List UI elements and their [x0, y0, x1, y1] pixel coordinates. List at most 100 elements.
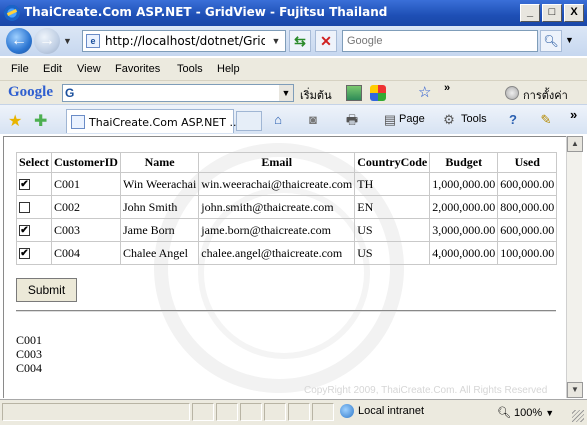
cell-used: 800,000.00 — [497, 195, 558, 219]
add-favorites-icon[interactable]: ✚ — [34, 111, 47, 131]
picture-icon[interactable] — [346, 85, 362, 101]
address-input[interactable]: http://localhost/dotnet/GridViewF — [105, 34, 265, 48]
globe-icon — [340, 404, 354, 418]
tools-menu[interactable]: Tools — [461, 113, 487, 125]
scroll-down-icon[interactable]: ▼ — [567, 382, 583, 398]
refresh-button[interactable]: ⇆ — [289, 30, 311, 52]
google-settings-button[interactable]: การตั้งค่า — [523, 86, 568, 104]
more-chevron-icon[interactable]: » — [444, 82, 450, 94]
row-select-cell: ✔ — [16, 218, 52, 242]
scroll-up-icon[interactable]: ▲ — [567, 136, 583, 152]
cell-budget: 4,000,000.00 — [429, 241, 499, 265]
google-apps-icon[interactable] — [370, 85, 386, 101]
cell-country-code: TH — [354, 172, 431, 196]
help-icon[interactable]: ? — [505, 112, 521, 128]
header-email: Email — [198, 152, 356, 173]
zoom-magnifier-icon: 🔍︎ — [497, 407, 511, 419]
google-search-input[interactable]: G ▼ — [62, 84, 294, 102]
tools-gear-icon: ⚙︎ — [443, 112, 455, 127]
google-logo: Google — [8, 84, 53, 101]
cell-country-code: US — [354, 241, 431, 265]
new-tab-button[interactable] — [236, 111, 262, 131]
header-country-code: CountryCode — [354, 152, 431, 173]
copyright-text: CopyRight 2009, ThaiCreate.Com. All Righ… — [304, 385, 548, 396]
history-dropdown-icon[interactable]: ▼ — [63, 36, 72, 46]
google-logo-text: Google — [8, 84, 53, 100]
more-commands-chevron-icon[interactable]: » — [570, 107, 577, 122]
status-cell — [240, 403, 262, 421]
header-select: Select — [16, 152, 52, 173]
tab-page-icon — [71, 115, 85, 129]
back-button[interactable]: ← — [6, 28, 32, 54]
google-toolbar: Google G ▼ เริ่มต้น ☆ » การตั้งค่า — [0, 80, 587, 104]
security-zone[interactable]: Local intranet — [340, 404, 424, 418]
cell-country-code: US — [354, 218, 431, 242]
cell-used: 600,000.00 — [497, 172, 558, 196]
stop-button[interactable]: ✕ — [315, 30, 337, 52]
vertical-scrollbar[interactable]: ▲ ▼ — [566, 136, 583, 398]
page-icon-cmd: ▤ — [383, 112, 397, 127]
status-text-cell — [2, 403, 190, 421]
select-checkbox[interactable]: ✔ — [19, 179, 30, 191]
grid-row: ✔ C003 Jame Born jame.born@thaicreate.com US… — [16, 218, 558, 242]
row-select-cell: ✔ — [16, 172, 52, 196]
home-icon[interactable]: ⌂ — [270, 112, 286, 128]
row-select-cell — [16, 195, 52, 219]
tab-thaicreate[interactable]: ThaiCreate.Com ASP.NET ... — [66, 109, 240, 133]
menu-file[interactable]: File — [11, 63, 29, 75]
menu-help[interactable]: Help — [217, 63, 240, 75]
cell-customer-id: C003 — [50, 218, 121, 242]
select-checkbox[interactable]: ✔ — [19, 248, 30, 260]
status-cell — [288, 403, 310, 421]
favorites-star-icon[interactable]: ★ — [8, 111, 22, 131]
forward-button[interactable]: → — [34, 28, 60, 54]
google-search-dropdown-icon[interactable]: ▼ — [279, 85, 293, 101]
menu-favorites[interactable]: Favorites — [115, 63, 160, 75]
status-bar: Local intranet 🔍︎ 100% ▼ — [0, 399, 587, 425]
print-icon[interactable]: 🖶︎ — [344, 112, 360, 128]
header-name: Name — [119, 152, 200, 173]
search-button[interactable]: 🔍︎ — [540, 30, 562, 52]
search-input[interactable]: Google — [342, 30, 538, 52]
output-line: C003 — [16, 347, 43, 361]
cell-name: Chalee Angel — [119, 241, 200, 265]
cell-customer-id: C004 — [50, 241, 121, 265]
zoom-control[interactable]: 🔍︎ 100% ▼ — [497, 406, 554, 419]
cell-used: 600,000.00 — [497, 218, 558, 242]
window-title: ThaiCreate.Com ASP.NET - GridView - Fuji… — [24, 5, 388, 19]
minimize-button[interactable]: _ — [520, 4, 540, 22]
resize-grip-icon[interactable] — [572, 410, 584, 422]
menu-edit[interactable]: Edit — [43, 63, 62, 75]
status-cell — [192, 403, 214, 421]
menu-tools[interactable]: Tools — [177, 63, 203, 75]
page-menu[interactable]: Page — [399, 113, 425, 125]
cell-customer-id: C001 — [50, 172, 121, 196]
page-icon: e — [86, 34, 100, 48]
header-customer-id: CustomerID — [50, 152, 121, 173]
menu-bar: File Edit View Favorites Tools Help — [0, 58, 587, 80]
page-content: Select CustomerID Name Email CountryCode… — [3, 136, 566, 398]
settings-radio-icon[interactable] — [505, 86, 519, 100]
menu-view[interactable]: View — [77, 63, 101, 75]
cell-name: John Smith — [119, 195, 200, 219]
cell-budget: 2,000,000.00 — [429, 195, 499, 219]
cell-email: john.smith@thaicreate.com — [198, 195, 356, 219]
title-bar: ThaiCreate.Com ASP.NET - GridView - Fuji… — [0, 0, 587, 26]
ie-icon — [4, 5, 20, 21]
select-checkbox[interactable]: ✔ — [19, 225, 30, 237]
search-options-icon[interactable]: ▼ — [565, 35, 574, 45]
output-line: C004 — [16, 361, 43, 375]
address-toolbar: ← → ▼ e http://localhost/dotnet/GridView… — [0, 26, 587, 56]
select-checkbox[interactable] — [19, 202, 30, 214]
address-dropdown-icon[interactable]: ▼ — [269, 33, 283, 49]
rss-feed-icon[interactable]: ◙ — [305, 112, 321, 128]
submit-button[interactable]: Submit — [16, 278, 77, 302]
google-start-button[interactable]: เริ่มต้น — [300, 86, 332, 104]
zoom-dropdown-icon[interactable]: ▼ — [545, 408, 554, 418]
address-bar[interactable]: e http://localhost/dotnet/GridViewF ▼ — [82, 30, 286, 52]
status-cell — [216, 403, 238, 421]
close-button[interactable]: X — [564, 4, 584, 22]
research-icon[interactable]: ✎ — [538, 112, 554, 128]
bookmark-star-icon[interactable]: ☆ — [418, 83, 431, 101]
maximize-button[interactable]: □ — [542, 4, 562, 22]
